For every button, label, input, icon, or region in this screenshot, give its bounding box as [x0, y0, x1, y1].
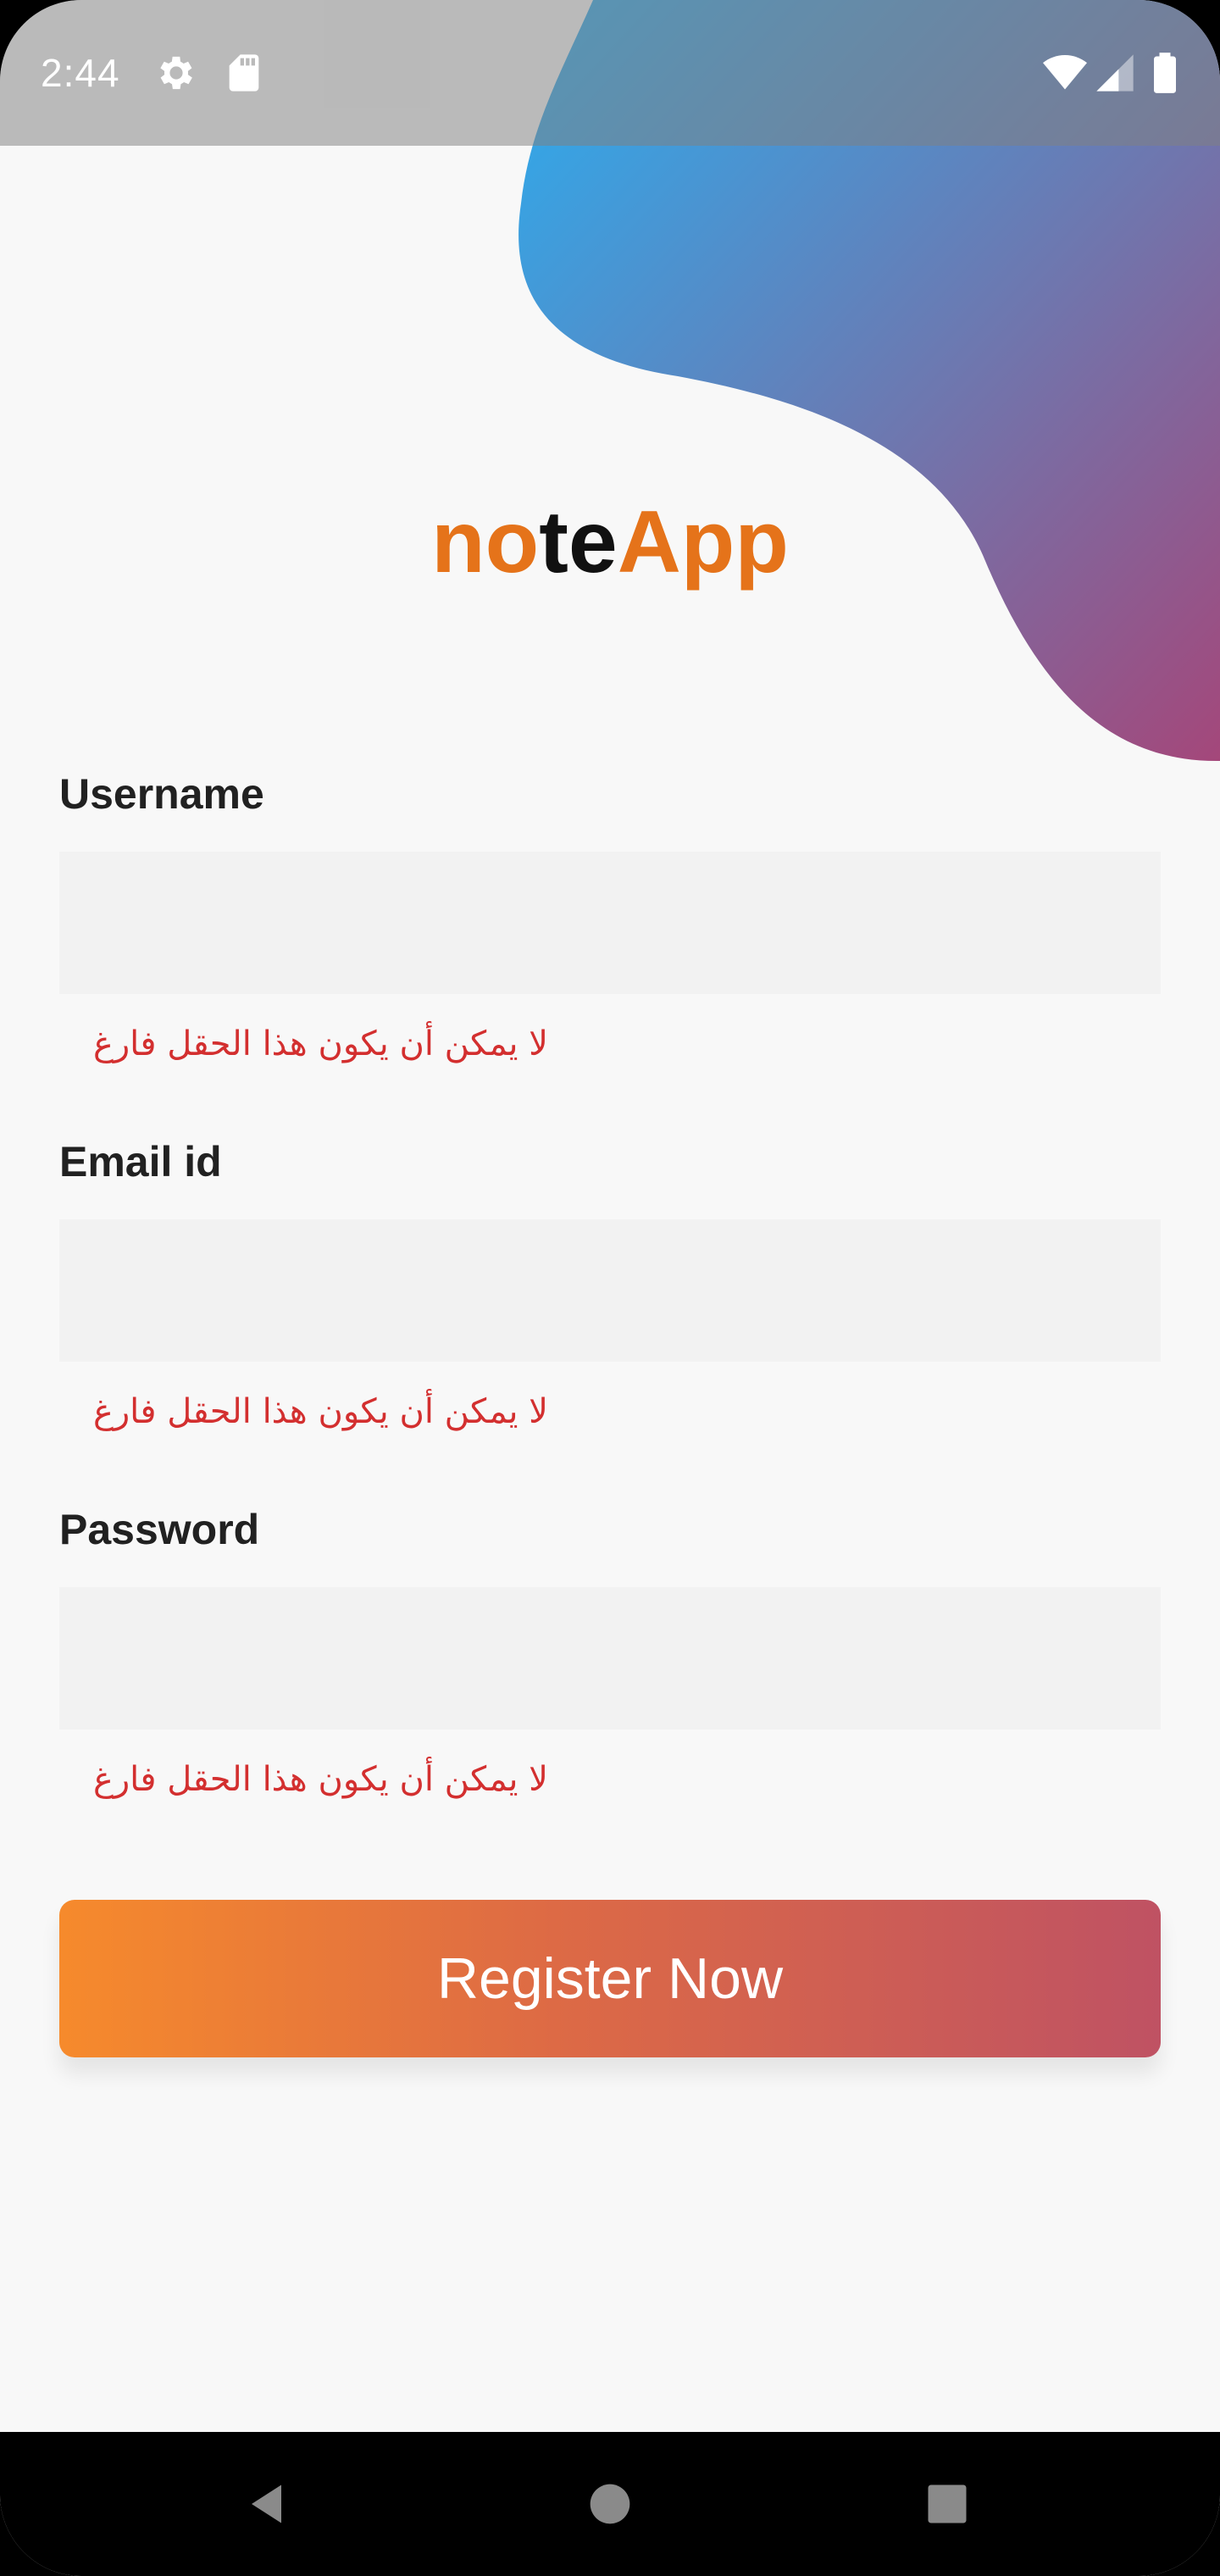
nav-home-button[interactable] [563, 2457, 657, 2551]
register-screen: 2:44 noteApp Username لا يمكن أن يكون هذ… [0, 0, 1220, 2576]
password-label: Password [59, 1506, 260, 1553]
email-input[interactable] [59, 1219, 1161, 1362]
sd-card-icon [229, 54, 259, 92]
email-label: Email id [59, 1138, 222, 1185]
nav-back-button[interactable] [222, 2457, 315, 2551]
email-error: لا يمكن أن يكون هذا الحقل فارغ [93, 1392, 548, 1431]
username-error: لا يمكن أن يكون هذا الحقل فارغ [93, 1024, 548, 1063]
home-icon [590, 2484, 630, 2524]
status-time: 2:44 [41, 51, 120, 95]
username-label: Username [59, 770, 264, 818]
gear-icon [160, 56, 192, 90]
password-input[interactable] [59, 1587, 1161, 1729]
app-title-part-1: no [431, 493, 540, 591]
app-title-part-3: App [617, 493, 789, 591]
app-title: noteApp [0, 475, 1220, 610]
app-title-part-2: te [539, 493, 618, 591]
battery-icon [1154, 53, 1176, 93]
navigation-bar [0, 2432, 1220, 2576]
nav-recents-button[interactable] [901, 2457, 994, 2551]
status-bar: 2:44 [0, 0, 1220, 146]
recents-icon [928, 2484, 967, 2523]
back-icon [252, 2484, 281, 2523]
password-error: لا يمكن أن يكون هذا الحقل فارغ [93, 1760, 548, 1799]
register-now-button[interactable]: Register Now [59, 1900, 1161, 2057]
username-input[interactable] [59, 852, 1161, 994]
cell-signal-icon [1096, 54, 1134, 92]
wifi-icon [1043, 54, 1087, 90]
